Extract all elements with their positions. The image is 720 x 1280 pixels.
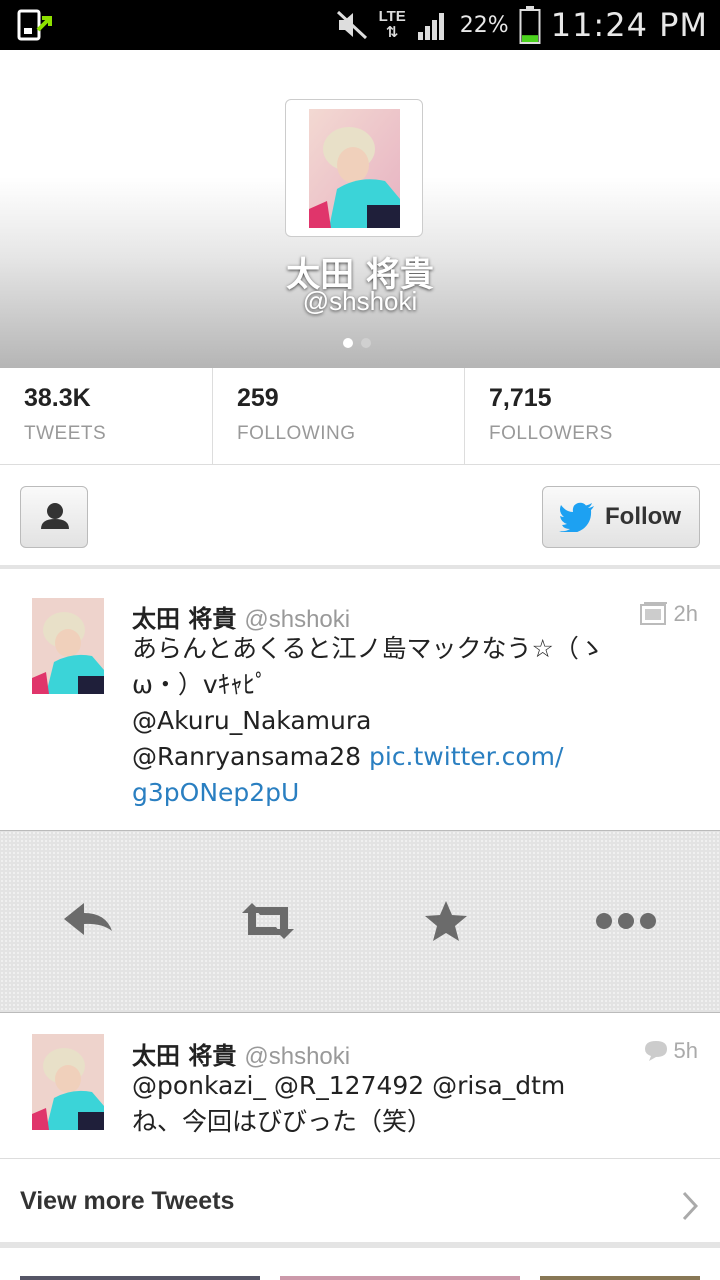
- tweet-author-handle: @shshoki: [244, 1043, 351, 1070]
- view-more-label: View more Tweets: [20, 1187, 235, 1215]
- mute-icon: [336, 10, 367, 40]
- tweet-text-line: ω・）vｷｬﾋﾟ: [132, 670, 268, 699]
- twitter-bird-icon: [559, 502, 594, 532]
- profile-stats: 38.3K TWEETS 259 FOLLOWING 7,715 FOLLOWE…: [0, 368, 720, 465]
- profile-actions: Follow: [0, 465, 720, 569]
- tweet-meta: 2h: [639, 601, 698, 627]
- view-more-tweets[interactable]: View more Tweets: [0, 1158, 720, 1248]
- battery-percent: 22%: [459, 12, 509, 38]
- profile-handle: @shshoki: [302, 286, 418, 316]
- battery-icon: [519, 6, 541, 44]
- tweet-author[interactable]: 太田 将貴 @shshoki: [132, 1036, 350, 1071]
- stat-following[interactable]: 259 FOLLOWING: [213, 368, 465, 465]
- next-section-peek: [0, 1254, 720, 1280]
- tweet-card[interactable]: 太田 将貴 @shshoki 2h あらんとあくると江ノ島マックなう☆（ゝ ω・）…: [0, 577, 720, 830]
- tweet-action-bar: [0, 830, 720, 1013]
- mention-link[interactable]: @Ranryansama28: [132, 742, 369, 771]
- user-actions-button[interactable]: [20, 486, 88, 548]
- person-icon: [41, 503, 69, 529]
- page-dot: [361, 338, 371, 348]
- stat-tweets-value: 38.3K: [24, 384, 91, 412]
- image-strip: [540, 1276, 700, 1280]
- media-icon: [639, 602, 667, 625]
- clock: 11:24 PM: [550, 6, 708, 44]
- signal-icon: [417, 13, 444, 40]
- stat-followers-label: FOLLOWERS: [489, 423, 613, 444]
- tweet-text-line: あらんとあくると江ノ島マックなう☆（ゝ: [132, 634, 604, 663]
- tweet-text-line: @ponkazi_ @R_127492 @risa_dtm: [132, 1071, 566, 1100]
- reply-bubble-icon: [644, 1041, 667, 1061]
- network-indicator: LTE ⇅: [379, 9, 406, 41]
- pic-link[interactable]: pic.twitter.com/: [369, 742, 563, 771]
- tweet-meta: 5h: [644, 1038, 698, 1064]
- stat-following-value: 259: [237, 384, 279, 412]
- page-indicator[interactable]: [343, 338, 371, 348]
- more-icon[interactable]: [594, 891, 660, 951]
- follow-button[interactable]: Follow: [542, 486, 700, 548]
- tweet-time: 5h: [673, 1038, 698, 1063]
- page-dot-active: [343, 338, 353, 348]
- tweet-text: @ponkazi_ @R_127492 @risa_dtm ね、今回はびびった（…: [132, 1068, 692, 1140]
- avatar[interactable]: [32, 598, 104, 694]
- image-strip: [280, 1276, 520, 1280]
- profile-avatar-frame[interactable]: [285, 99, 423, 237]
- stat-tweets[interactable]: 38.3K TWEETS: [0, 368, 213, 465]
- status-bar: LTE ⇅ 22% 11:24 PM: [0, 0, 720, 50]
- tweet-author-name: 太田 将貴: [132, 605, 237, 633]
- pic-link[interactable]: g3pONep2pU: [132, 775, 692, 811]
- profile-header[interactable]: 太田 将貴 @shshoki: [0, 50, 720, 368]
- stat-followers[interactable]: 7,715 FOLLOWERS: [465, 368, 720, 465]
- stat-following-label: FOLLOWING: [237, 423, 356, 444]
- tweet-text-line: ね、今回はびびった（笑）: [132, 1107, 433, 1136]
- data-arrows-icon: ⇅: [385, 24, 399, 41]
- tweet-author[interactable]: 太田 将貴 @shshoki: [132, 599, 350, 634]
- tweet-author-name: 太田 将貴: [132, 1042, 237, 1070]
- avatar: [309, 109, 400, 228]
- image-strip: [20, 1276, 260, 1280]
- tweet-author-handle: @shshoki: [244, 606, 351, 633]
- network-type: LTE: [378, 8, 406, 25]
- favorite-icon[interactable]: [416, 891, 476, 951]
- stat-followers-value: 7,715: [489, 384, 552, 412]
- download-notification-icon: [17, 9, 52, 41]
- tweet-text: あらんとあくると江ノ島マックなう☆（ゝ ω・）vｷｬﾋﾟ @Akuru_Naka…: [132, 631, 692, 811]
- stat-tweets-label: TWEETS: [24, 423, 107, 444]
- follow-label: Follow: [605, 503, 681, 530]
- reply-icon[interactable]: [58, 891, 118, 951]
- chevron-right-icon: [682, 1191, 698, 1221]
- avatar[interactable]: [32, 1034, 104, 1130]
- mention-link[interactable]: @Akuru_Nakamura: [132, 703, 692, 739]
- tweet-card[interactable]: 太田 将貴 @shshoki 5h @ponkazi_ @R_127492 @ri…: [0, 1014, 720, 1158]
- retweet-icon[interactable]: [238, 891, 298, 951]
- tweet-time: 2h: [673, 601, 698, 626]
